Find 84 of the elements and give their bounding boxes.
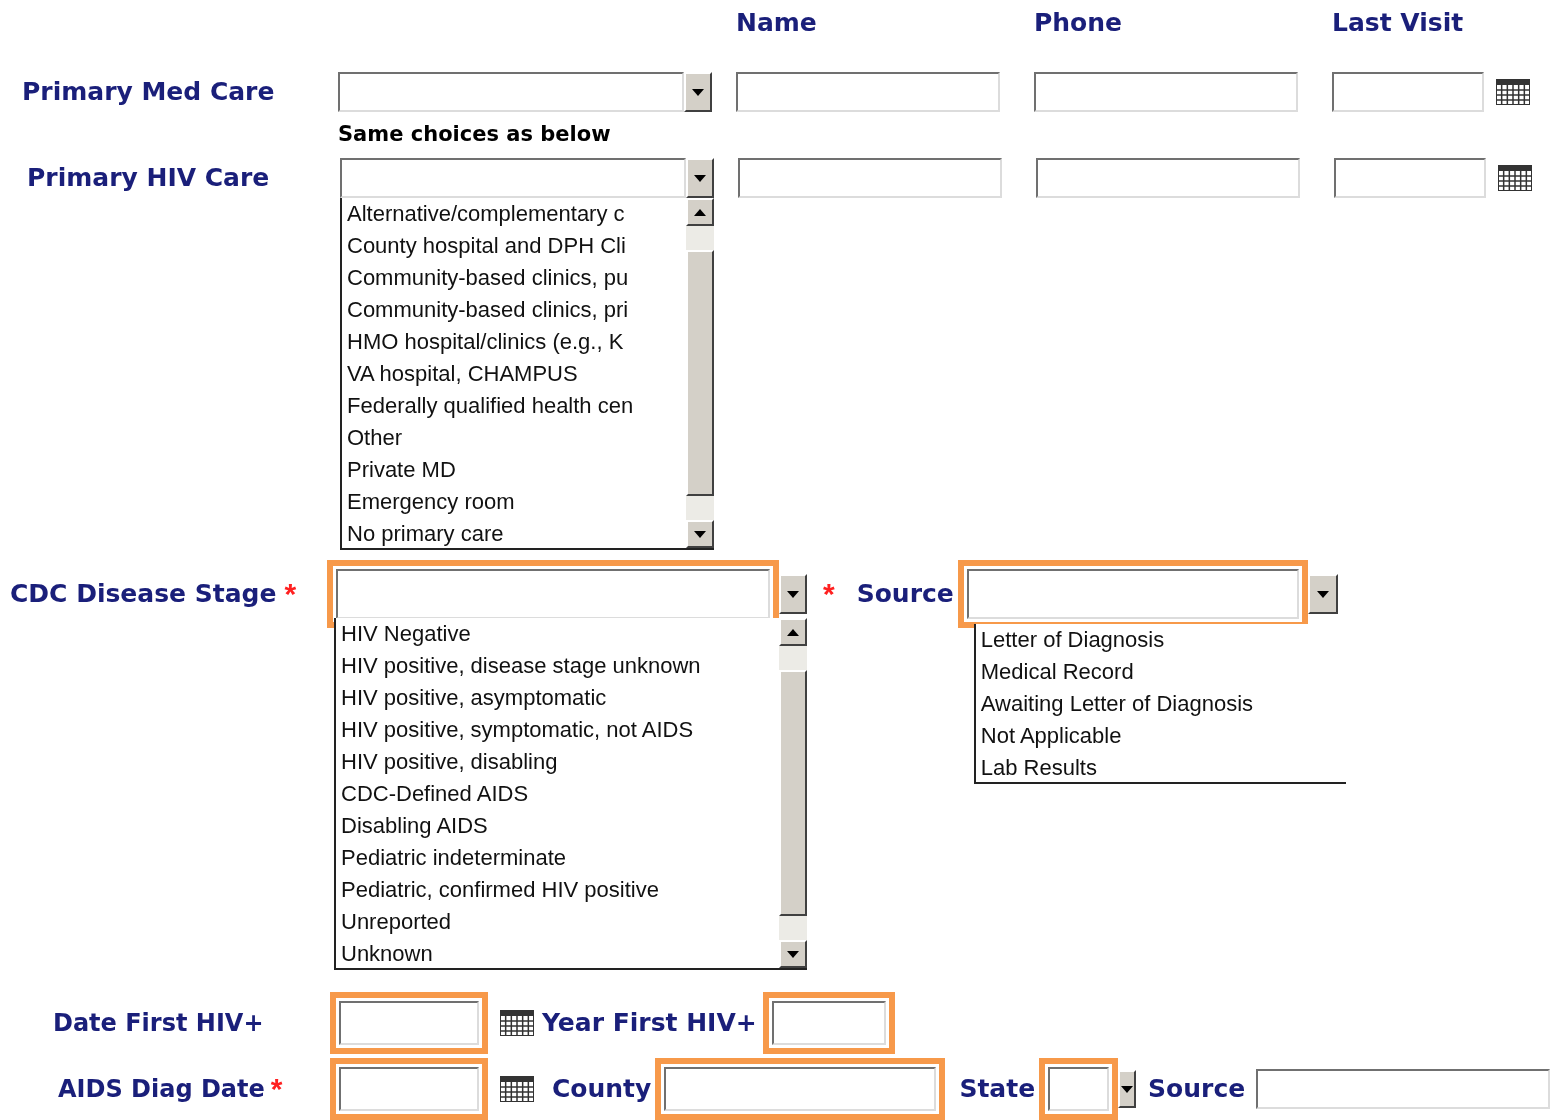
input-field[interactable] xyxy=(1034,72,1298,112)
hint-text: Same choices as below xyxy=(338,121,611,149)
required-asterisk: * xyxy=(823,579,835,609)
scroll-up-button[interactable] xyxy=(686,198,714,226)
scroll-down-button[interactable] xyxy=(686,520,714,548)
list-option[interactable]: HIV positive, disease stage unknown xyxy=(341,650,779,682)
calendar-icon[interactable] xyxy=(1498,165,1532,191)
dropdown-field[interactable] xyxy=(336,569,770,619)
input-field[interactable] xyxy=(1256,1069,1550,1109)
dropdown-field[interactable] xyxy=(338,72,684,112)
list-option[interactable]: HIV positive, asymptomatic xyxy=(341,682,779,714)
caret-icon xyxy=(694,530,706,538)
list-option[interactable]: Disabling AIDS xyxy=(341,810,779,842)
list-option[interactable]: Community-based clinics, pri xyxy=(347,294,686,326)
field-label: Source xyxy=(856,578,954,611)
list-option[interactable]: CDC-Defined AIDS xyxy=(341,778,779,810)
column-header: Name xyxy=(736,7,818,40)
list-option[interactable]: Pediatric indeterminate xyxy=(341,842,779,874)
field-label: Source xyxy=(1148,1073,1246,1106)
list-option[interactable]: HIV Negative xyxy=(341,618,779,650)
caret-icon xyxy=(787,590,799,598)
input-field[interactable] xyxy=(339,1001,479,1045)
caret-icon xyxy=(787,950,799,958)
field-label: Date First HIV+ xyxy=(53,1009,264,1037)
required-asterisk: * xyxy=(270,1074,283,1104)
caret-icon xyxy=(1121,1085,1134,1093)
caret-icon xyxy=(1316,590,1329,598)
input-field[interactable] xyxy=(771,1001,886,1045)
input-field[interactable] xyxy=(1036,158,1300,198)
dropdown-button[interactable] xyxy=(1307,574,1338,614)
field-label: AIDS Diag Date xyxy=(58,1074,265,1105)
list-option[interactable]: Alternative/complementary c xyxy=(347,198,686,230)
input-field[interactable] xyxy=(339,1067,479,1111)
caret-icon xyxy=(694,174,706,182)
field-label: CDC Disease Stage xyxy=(10,578,277,611)
dropdown-field[interactable] xyxy=(966,569,1299,619)
list-option[interactable]: Pediatric, confirmed HIV positive xyxy=(341,874,779,906)
list-option[interactable]: HIV positive, disabling xyxy=(341,746,779,778)
caret-icon xyxy=(694,208,706,216)
scroll-down-button[interactable] xyxy=(779,940,807,968)
list-option[interactable]: No primary care xyxy=(347,518,686,548)
input-field[interactable] xyxy=(736,72,1000,112)
scrollbar-thumb[interactable] xyxy=(686,250,714,496)
calendar-icon[interactable] xyxy=(500,1010,534,1036)
calendar-icon[interactable] xyxy=(500,1076,534,1102)
field-label: Primary Med Care xyxy=(22,77,275,107)
list-option[interactable]: Federally qualified health cen xyxy=(347,390,686,422)
column-header: Phone xyxy=(1034,7,1124,40)
field-label: Year First HIV+ xyxy=(542,1007,757,1040)
scrollbar-thumb[interactable] xyxy=(779,670,807,916)
list-option[interactable]: Other xyxy=(347,422,686,454)
dropdown-button[interactable] xyxy=(779,574,807,614)
list-option[interactable]: HIV positive, symptomatic, not AIDS xyxy=(341,714,779,746)
caret-icon xyxy=(692,88,704,96)
input-field[interactable] xyxy=(1048,1067,1110,1111)
list-option[interactable]: Not Applicable xyxy=(980,720,1346,752)
input-field[interactable] xyxy=(664,1067,937,1111)
list-option[interactable]: Unreported xyxy=(341,906,779,938)
input-field[interactable] xyxy=(1332,72,1484,112)
list-option[interactable]: VA hospital, CHAMPUS xyxy=(347,358,686,390)
list-option[interactable]: Emergency room xyxy=(347,486,686,518)
dropdown-button[interactable] xyxy=(686,158,714,198)
scroll-up-button[interactable] xyxy=(779,618,807,646)
calendar-icon[interactable] xyxy=(1496,79,1530,105)
required-asterisk: * xyxy=(284,579,297,609)
list-option[interactable]: Medical Record xyxy=(980,656,1346,688)
dropdown-button[interactable] xyxy=(684,72,712,112)
dropdown-button[interactable] xyxy=(1118,1070,1137,1108)
input-field[interactable] xyxy=(1334,158,1486,198)
list-option[interactable]: Letter of Diagnosis xyxy=(980,624,1346,656)
dropdown-field[interactable] xyxy=(340,158,686,198)
column-header: Last Visit xyxy=(1332,7,1464,40)
field-label: State xyxy=(959,1073,1036,1106)
list-option[interactable]: HMO hospital/clinics (e.g., K xyxy=(347,326,686,358)
input-field[interactable] xyxy=(738,158,1002,198)
caret-icon xyxy=(787,628,799,636)
field-label: County xyxy=(552,1073,652,1106)
list-option[interactable]: Unknown xyxy=(341,938,779,968)
list-option[interactable]: Lab Results xyxy=(980,752,1346,782)
list-option[interactable]: Private MD xyxy=(347,454,686,486)
list-option[interactable]: Awaiting Letter of Diagnosis xyxy=(980,688,1346,720)
field-label: Primary HIV Care xyxy=(27,163,270,193)
list-option[interactable]: County hospital and DPH Cli xyxy=(347,230,686,262)
list-option[interactable]: Community-based clinics, pu xyxy=(347,262,686,294)
